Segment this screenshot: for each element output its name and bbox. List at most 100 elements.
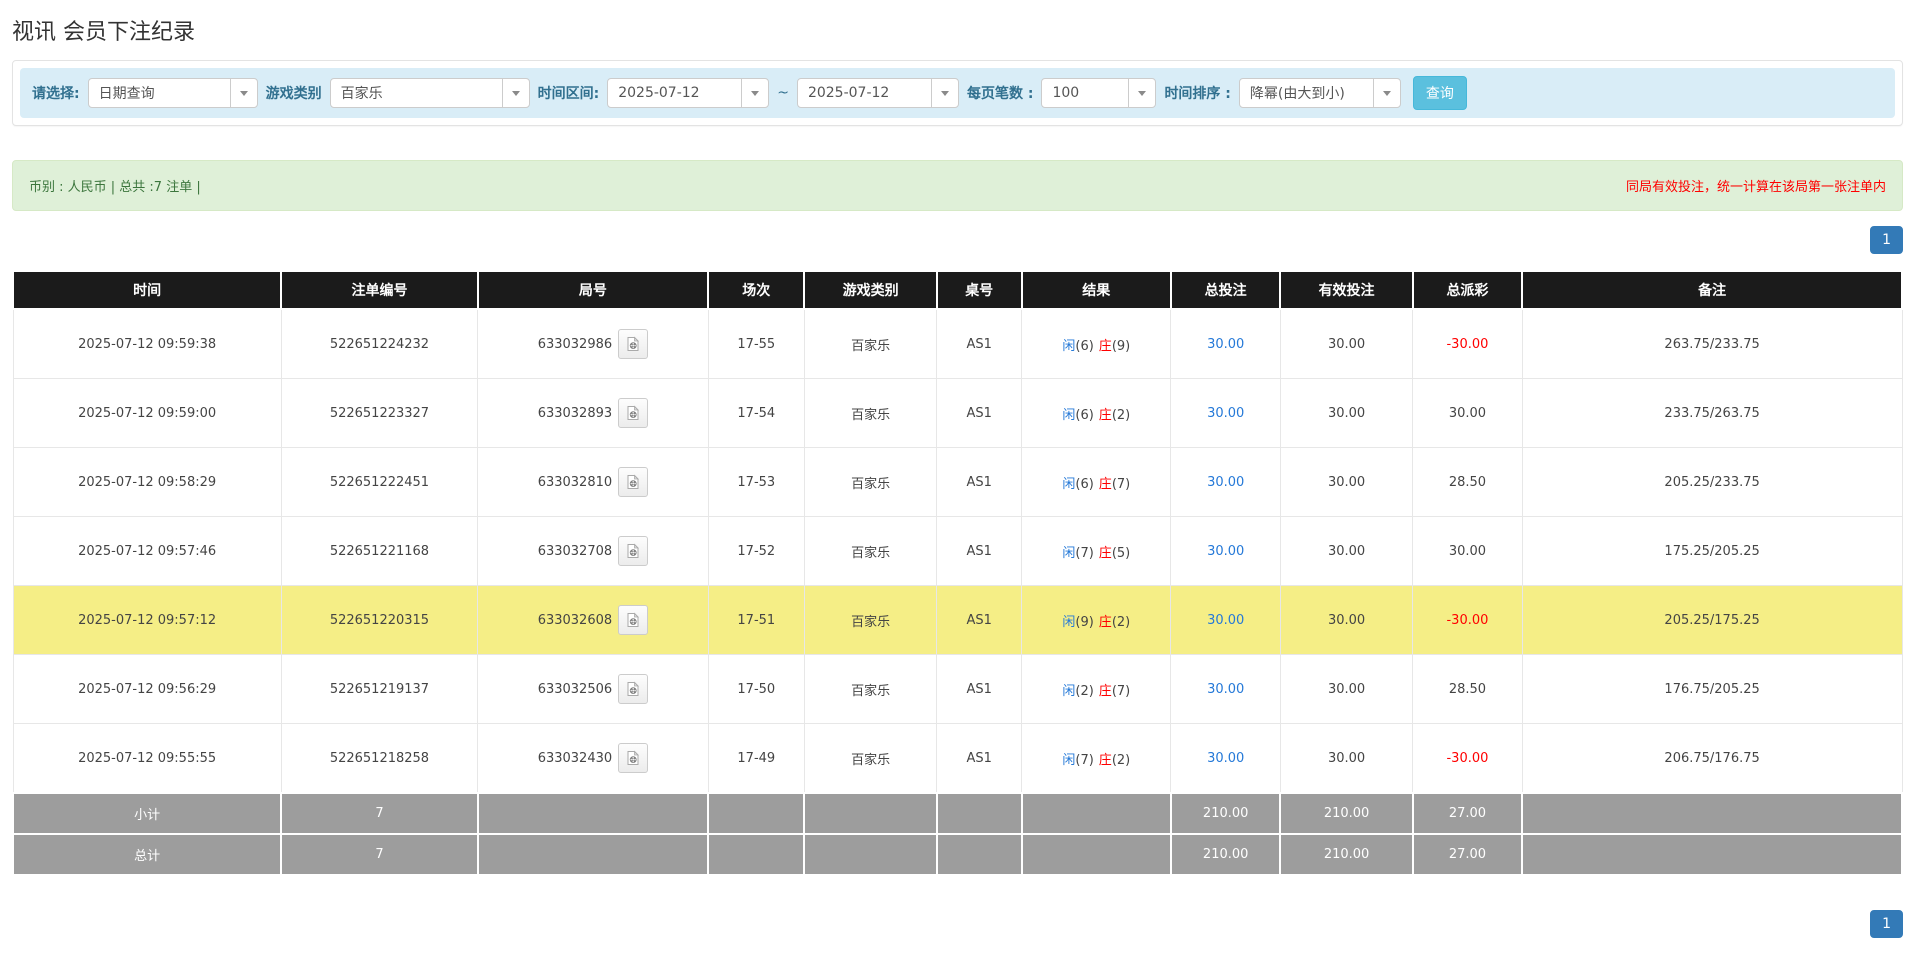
total-bet-link[interactable]: 30.00 <box>1207 544 1244 559</box>
film-reel-icon <box>627 336 640 351</box>
table-row: 2025-07-12 09:58:29 522651222451 6330328… <box>12 447 1903 517</box>
cell-game-type: 百家乐 <box>803 723 938 794</box>
query-type-select[interactable]: 日期查询 <box>87 78 258 108</box>
footer-valid-bet: 210.00 <box>1279 792 1414 835</box>
video-replay-button[interactable] <box>618 467 649 497</box>
video-replay-button[interactable] <box>618 329 649 359</box>
video-replay-button[interactable] <box>618 674 649 704</box>
cell-session: 17-53 <box>707 447 805 517</box>
video-replay-button[interactable] <box>618 743 649 773</box>
video-replay-button[interactable] <box>618 398 649 428</box>
date-from-select[interactable]: 2025-07-12 <box>607 78 770 108</box>
col-header-time: 时间 <box>11 270 283 310</box>
search-button[interactable]: 查询 <box>1412 76 1467 110</box>
cell-bet-id: 522651221168 <box>280 516 479 586</box>
round-number: 633032810 <box>537 474 613 490</box>
page-1-button[interactable]: 1 <box>1870 226 1903 254</box>
cell-remark: 206.75/176.75 <box>1521 723 1903 794</box>
footer-count: 7 <box>280 792 479 835</box>
page-1-button[interactable]: 1 <box>1870 910 1903 938</box>
film-reel-icon <box>627 681 640 696</box>
footer-label: 小计 <box>11 792 283 835</box>
cell-table-no: AS1 <box>936 516 1023 586</box>
game-type-select[interactable]: 百家乐 <box>329 78 530 108</box>
result-banker-label: 庄 <box>1098 476 1112 492</box>
cell-bet-id: 522651220315 <box>280 585 479 655</box>
total-bet-link[interactable]: 30.00 <box>1207 751 1244 766</box>
cell-bet-id: 522651222451 <box>280 447 479 517</box>
result-banker-num: (2) <box>1111 614 1131 630</box>
result-player-label: 闲 <box>1062 545 1076 561</box>
cell-valid-bet: 30.00 <box>1279 308 1414 379</box>
total-bet-link[interactable]: 30.00 <box>1207 613 1244 628</box>
cell-remark: 205.25/175.25 <box>1521 585 1903 655</box>
cell-payout: 30.00 <box>1412 516 1523 586</box>
result-player-num: (9) <box>1075 614 1094 630</box>
col-header-game-type: 游戏类别 <box>803 270 938 310</box>
total-bet-link[interactable]: 30.00 <box>1207 337 1244 352</box>
cell-payout: 28.50 <box>1412 447 1523 517</box>
date-to-select[interactable]: 2025-07-12 <box>796 78 959 108</box>
result-player-num: (7) <box>1075 545 1094 561</box>
cell-game-type: 百家乐 <box>803 447 938 517</box>
cell-payout: -30.00 <box>1412 723 1523 794</box>
cell-session: 17-54 <box>707 378 805 448</box>
round-number: 633032608 <box>537 612 613 628</box>
date-range-separator: ~ <box>777 85 789 101</box>
total-bet-link[interactable]: 30.00 <box>1207 475 1244 490</box>
result-banker-num: (7) <box>1111 476 1131 492</box>
result-banker-num: (2) <box>1111 407 1131 423</box>
cell-game-type: 百家乐 <box>803 516 938 586</box>
col-header-valid-bet: 有效投注 <box>1279 270 1414 310</box>
filter-panel: 请选择: 日期查询 游戏类别 百家乐 时间区间: 2025-07-12 ~ 20… <box>12 60 1903 126</box>
filter-bar: 请选择: 日期查询 游戏类别 百家乐 时间区间: 2025-07-12 ~ 20… <box>20 68 1895 118</box>
result-player-num: (6) <box>1075 338 1094 354</box>
page-size-select[interactable]: 100 <box>1041 78 1157 108</box>
round-number: 633032506 <box>537 681 613 697</box>
cell-table-no: AS1 <box>936 447 1023 517</box>
cell-remark: 176.75/205.25 <box>1521 654 1903 724</box>
chevron-down-icon <box>1128 79 1155 107</box>
cell-remark: 233.75/263.75 <box>1521 378 1903 448</box>
date-from-value: 2025-07-12 <box>618 85 700 101</box>
round-number: 633032986 <box>537 336 613 352</box>
col-header-total-bet: 总投注 <box>1169 270 1282 310</box>
result-player-num: (6) <box>1075 476 1094 492</box>
cell-session: 17-49 <box>707 723 805 794</box>
cell-payout: 28.50 <box>1412 654 1523 724</box>
result-banker-label: 庄 <box>1098 614 1112 630</box>
game-type-selected-value: 百家乐 <box>340 86 383 102</box>
table-header-row: 时间 注单编号 局号 场次 游戏类别 桌号 结果 总投注 有效投注 总派彩 备注 <box>11 270 1903 310</box>
sort-order-select[interactable]: 降幂(由大到小) <box>1238 78 1401 108</box>
cell-payout: -30.00 <box>1412 308 1523 379</box>
film-reel-icon <box>627 405 640 420</box>
result-player-label: 闲 <box>1062 683 1076 699</box>
cell-session: 17-50 <box>707 654 805 724</box>
game-type-label: 游戏类别 <box>265 86 322 102</box>
records-tfoot: 小计 7 210.00 210.00 27.00 总计 7 210.00 210… <box>11 792 1903 876</box>
result-player-label: 闲 <box>1062 752 1076 768</box>
film-reel-icon <box>627 474 640 489</box>
cell-bet-id: 522651224232 <box>280 308 479 379</box>
cell-result: 闲(6) 庄(9) <box>1021 308 1172 379</box>
film-reel-icon <box>627 750 640 765</box>
result-player-num: (6) <box>1075 407 1094 423</box>
cell-session: 17-52 <box>707 516 805 586</box>
cell-time: 2025-07-12 09:56:29 <box>12 654 282 724</box>
cell-session: 17-55 <box>707 308 805 379</box>
video-replay-button[interactable] <box>618 605 649 635</box>
video-replay-button[interactable] <box>618 536 649 566</box>
cell-remark: 205.25/233.75 <box>1521 447 1903 517</box>
footer-label: 总计 <box>11 833 283 876</box>
table-row: 2025-07-12 09:57:12 522651220315 6330326… <box>12 585 1903 655</box>
total-bet-link[interactable]: 30.00 <box>1207 682 1244 697</box>
result-player-num: (2) <box>1075 683 1094 699</box>
total-bet-link[interactable]: 30.00 <box>1207 406 1244 421</box>
col-header-remark: 备注 <box>1521 270 1903 310</box>
sort-order-label: 时间排序 : <box>1164 86 1231 102</box>
cell-table-no: AS1 <box>936 585 1023 655</box>
cell-result: 闲(2) 庄(7) <box>1021 654 1172 724</box>
cell-game-type: 百家乐 <box>803 308 938 379</box>
cell-valid-bet: 30.00 <box>1279 654 1414 724</box>
cell-valid-bet: 30.00 <box>1279 378 1414 448</box>
